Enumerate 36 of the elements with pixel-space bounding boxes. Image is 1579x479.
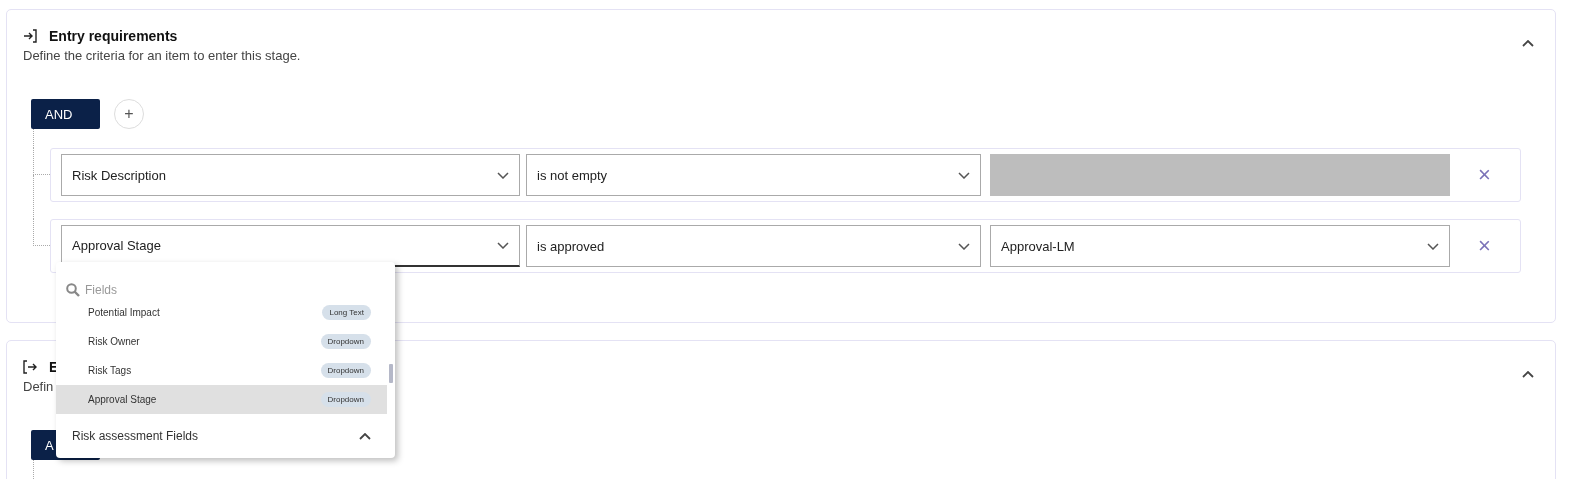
value-select[interactable]: Approval-LM xyxy=(990,225,1450,267)
type-tag: Dropdown xyxy=(320,334,371,349)
menu-item[interactable]: Potential Impact Long Text xyxy=(56,298,387,327)
item-label: Risk Owner xyxy=(88,336,140,347)
chevron-down-icon xyxy=(497,242,509,249)
search-icon xyxy=(66,283,80,297)
add-button[interactable]: + xyxy=(114,99,144,129)
exit-icon xyxy=(23,360,37,374)
chevron-down-icon xyxy=(958,242,970,250)
menu-item[interactable]: Risk Owner Dropdown xyxy=(56,327,387,356)
chevron-down-icon xyxy=(958,171,970,179)
item-label: Potential Impact xyxy=(88,307,160,318)
operator-select[interactable]: is approved xyxy=(526,225,981,267)
chevron-down-icon xyxy=(1427,242,1439,250)
collapse-icon[interactable] xyxy=(1522,39,1534,47)
item-label: Approval Stage xyxy=(88,394,157,405)
remove-button[interactable]: × xyxy=(1474,164,1495,186)
enter-icon xyxy=(23,29,37,43)
section-description: Define the criteria for an item to enter this stage. xyxy=(23,48,302,64)
field-select[interactable]: Risk Description xyxy=(61,154,520,196)
item-label: Risk Tags xyxy=(88,365,132,376)
operator-button[interactable]: AND xyxy=(31,99,100,129)
remove-button[interactable]: × xyxy=(1474,235,1495,257)
type-tag: Dropdown xyxy=(320,392,371,407)
section-title: Entry requirements xyxy=(49,28,178,44)
chevron-down-icon xyxy=(497,171,509,179)
group-header[interactable]: Risk assessment Fields xyxy=(56,414,395,458)
section-description: Defin xyxy=(23,379,55,395)
scrollbar-thumb[interactable] xyxy=(389,364,393,383)
menu-item[interactable]: Approval Stage Dropdown xyxy=(56,385,387,414)
type-tag: Long Text xyxy=(322,305,371,320)
caret-up-icon xyxy=(359,432,371,440)
menu-item[interactable]: Risk Tags Dropdown xyxy=(56,356,387,385)
type-tag: Dropdown xyxy=(320,363,371,378)
operator-select[interactable]: is not empty xyxy=(526,154,981,196)
collapse-icon[interactable] xyxy=(1522,370,1534,378)
